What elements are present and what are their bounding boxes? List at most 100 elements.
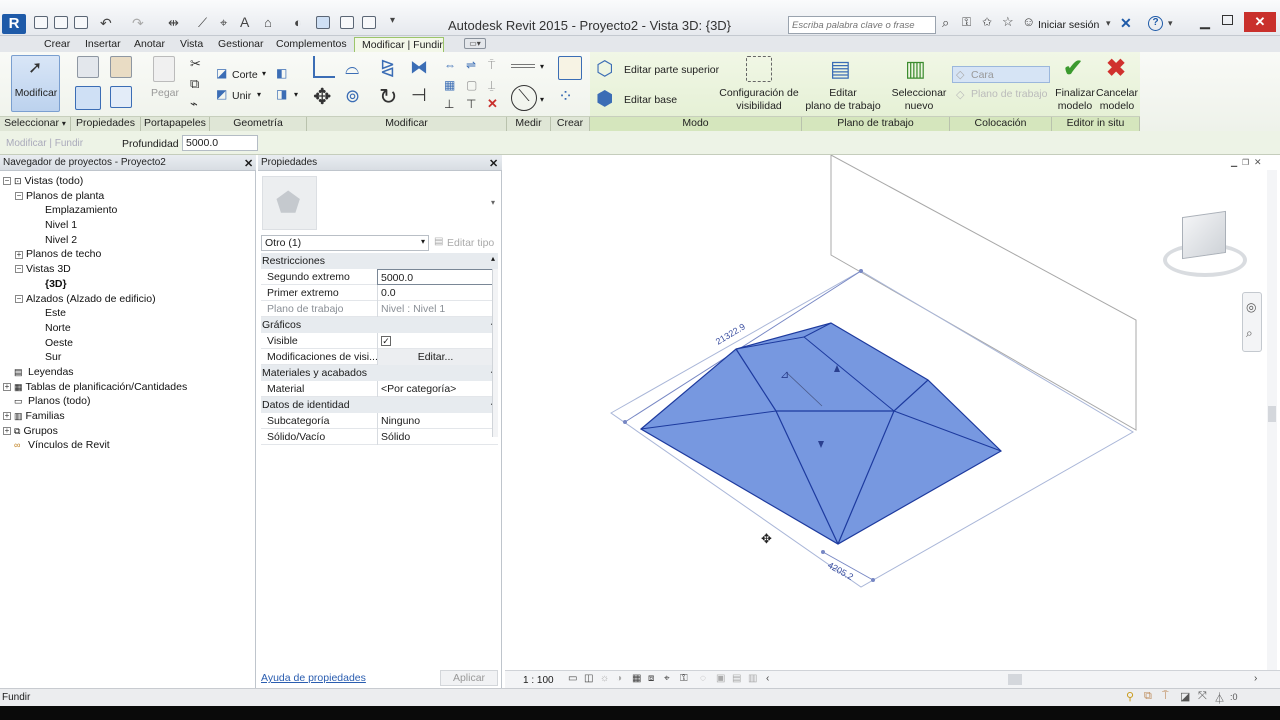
tab-gestionar[interactable]: Gestionar	[211, 37, 271, 52]
subscription-icon[interactable]: ⚿	[962, 15, 971, 30]
thin-lines-icon[interactable]	[316, 16, 330, 29]
measure-icon[interactable]: ⇹	[168, 15, 179, 31]
split-gap-icon[interactable]: ⇌	[466, 58, 476, 72]
delete-icon[interactable]: ✕	[487, 96, 498, 112]
dimension-dropdown-icon[interactable]: ▾	[540, 95, 544, 104]
visibility-edit-button[interactable]: Editar...	[377, 349, 493, 365]
tree-node-emplazamiento[interactable]: Emplazamiento	[3, 203, 253, 218]
tree-node-vinculos[interactable]: ∞ Vínculos de Revit	[3, 438, 253, 453]
type-properties-icon[interactable]	[110, 56, 132, 78]
view-scale[interactable]: 1 : 100	[523, 675, 554, 686]
show-crop-icon[interactable]: ⌖	[664, 673, 670, 684]
search-input[interactable]	[788, 16, 936, 34]
visibility-settings-line2[interactable]: visibilidad	[716, 100, 802, 112]
category-restricciones[interactable]: Restricciones ▴	[261, 253, 498, 269]
workplane-placement-icon[interactable]: ◇	[956, 88, 964, 101]
type-selector[interactable]: Otro (1) ▾	[261, 235, 429, 251]
tree-node-grupos[interactable]: + ⧉ Grupos	[3, 424, 253, 439]
scroll-thumb-vertical[interactable]	[1268, 406, 1276, 422]
select-underlay-icon[interactable]: ⧉	[1144, 690, 1152, 703]
finish-model-line1[interactable]: Finalizar	[1054, 87, 1096, 99]
offset-icon[interactable]: ⌓	[345, 58, 359, 79]
prop-value[interactable]: Ninguno	[377, 413, 493, 429]
pick-new-line1[interactable]: Seleccionar	[886, 87, 952, 99]
rotate-icon[interactable]: ↻	[379, 84, 397, 110]
steering-wheel-icon[interactable]: ◎	[1246, 300, 1256, 314]
scale-icon[interactable]: ▢	[466, 78, 477, 92]
tree-node-norte[interactable]: Norte	[3, 321, 253, 336]
lock-3d-icon[interactable]: ⚿	[680, 673, 688, 684]
tree-node-3d[interactable]: {3D}	[3, 277, 253, 292]
signin-dropdown-icon[interactable]: ▾	[1106, 18, 1111, 29]
split-face-icon[interactable]: ◨	[276, 87, 287, 101]
cut-geometry-label[interactable]: Corte	[232, 69, 258, 81]
drag-elements-icon[interactable]: ⤧	[1198, 690, 1207, 703]
scroll-left-icon[interactable]: ‹	[766, 673, 769, 684]
shadows-icon[interactable]: ◑	[616, 673, 622, 684]
tree-node-vistas-3d[interactable]: − Vistas 3D	[3, 262, 253, 277]
tree-node-sur[interactable]: Sur	[3, 350, 253, 365]
edit-top-button[interactable]: Editar parte superior	[624, 64, 719, 76]
match-properties-icon[interactable]: ⌁	[190, 96, 198, 112]
scroll-right-icon[interactable]: ›	[1254, 673, 1257, 684]
filter-icon[interactable]: ⏃	[1214, 690, 1225, 706]
edit-workplane-icon[interactable]: ▤	[830, 56, 851, 82]
measure-between-icon[interactable]	[511, 64, 535, 68]
edit-type-button[interactable]: Editar tipo	[447, 237, 494, 249]
align-icon[interactable]	[313, 56, 335, 78]
switch-windows-icon[interactable]	[362, 16, 376, 29]
tree-node-tablas[interactable]: + ▦ Tablas de planificación/Cantidades	[3, 380, 253, 395]
visibility-settings-line1[interactable]: Configuración de	[716, 87, 802, 99]
edit-type-icon[interactable]: ▤	[434, 236, 443, 247]
prop-row-visible[interactable]: Visible ✓	[261, 333, 498, 349]
trim-single-icon[interactable]: ⊥	[444, 97, 454, 111]
tree-node-planos-planta[interactable]: − Planos de planta	[3, 189, 253, 204]
category-materiales[interactable]: Materiales y acabados▴	[261, 365, 498, 381]
finish-model-icon[interactable]: ✔	[1063, 54, 1083, 83]
split-icon[interactable]: ⇔	[444, 58, 456, 72]
ribbon-minimize-icon[interactable]: ▭▾	[464, 38, 486, 49]
render-icon[interactable]: ▦	[632, 673, 641, 684]
paint-dropdown-icon[interactable]: ▾	[294, 90, 298, 99]
tree-node-leyendas[interactable]: ▤ Leyendas	[3, 365, 253, 380]
project-browser-close-icon[interactable]: ✕	[244, 157, 253, 170]
collapse-icon[interactable]: −	[15, 294, 23, 303]
tree-node-nivel-1[interactable]: Nivel 1	[3, 218, 253, 233]
sync-icon[interactable]	[74, 16, 88, 29]
dimension-icon[interactable]: ⟍	[511, 85, 537, 111]
aligned-dimension-icon[interactable]: ⟋	[198, 15, 207, 31]
edit-base-icon[interactable]: ⬢	[596, 86, 613, 111]
tree-node-nivel-2[interactable]: Nivel 2	[3, 233, 253, 248]
crop-view-icon[interactable]: ⧈	[648, 673, 654, 684]
user-icon[interactable]: ☺	[1022, 14, 1035, 29]
join-dropdown-icon[interactable]: ▾	[257, 90, 261, 99]
close-hidden-icon[interactable]	[340, 16, 354, 29]
group-seleccionar-dropdown-icon[interactable]: ▾	[62, 119, 66, 128]
category-identidad[interactable]: Datos de identidad▴	[261, 397, 498, 413]
default-3d-icon[interactable]: ⌂	[264, 15, 272, 30]
array-icon[interactable]: ▦	[444, 78, 455, 92]
expand-icon[interactable]: +	[3, 382, 11, 391]
cut-dropdown-icon[interactable]: ▾	[262, 69, 266, 78]
pick-new-icon[interactable]: ▥	[905, 56, 926, 82]
minimize-button[interactable]: ▁	[1200, 14, 1210, 30]
cancel-model-line2[interactable]: modelo	[1096, 100, 1138, 112]
prop-row-subcategoria[interactable]: Subcategoría Ninguno	[261, 413, 498, 429]
tree-node-vistas[interactable]: − ⊡ Vistas (todo)	[3, 174, 253, 189]
create-group-icon[interactable]	[558, 56, 582, 80]
face-placement-button[interactable]	[952, 66, 1050, 83]
create-similar-icon[interactable]: ⁘	[558, 86, 573, 107]
tree-node-este[interactable]: Este	[3, 306, 253, 321]
edit-base-button[interactable]: Editar base	[624, 94, 677, 106]
tab-crear[interactable]: Crear	[37, 37, 77, 52]
category-graficos[interactable]: Gráficos▴	[261, 317, 498, 333]
finish-model-line2[interactable]: modelo	[1054, 100, 1096, 112]
join-geometry-icon[interactable]: ◩	[216, 87, 227, 101]
analysis-icon[interactable]: ▥	[748, 673, 757, 684]
tab-vista[interactable]: Vista	[173, 37, 210, 52]
section-icon[interactable]: ◐	[294, 15, 302, 30]
viewcube[interactable]	[1182, 210, 1226, 260]
scroll-thumb-horizontal[interactable]	[1008, 674, 1022, 685]
copy-element-icon[interactable]: ⊚	[345, 86, 360, 107]
sun-path-icon[interactable]: ☼	[600, 673, 609, 684]
